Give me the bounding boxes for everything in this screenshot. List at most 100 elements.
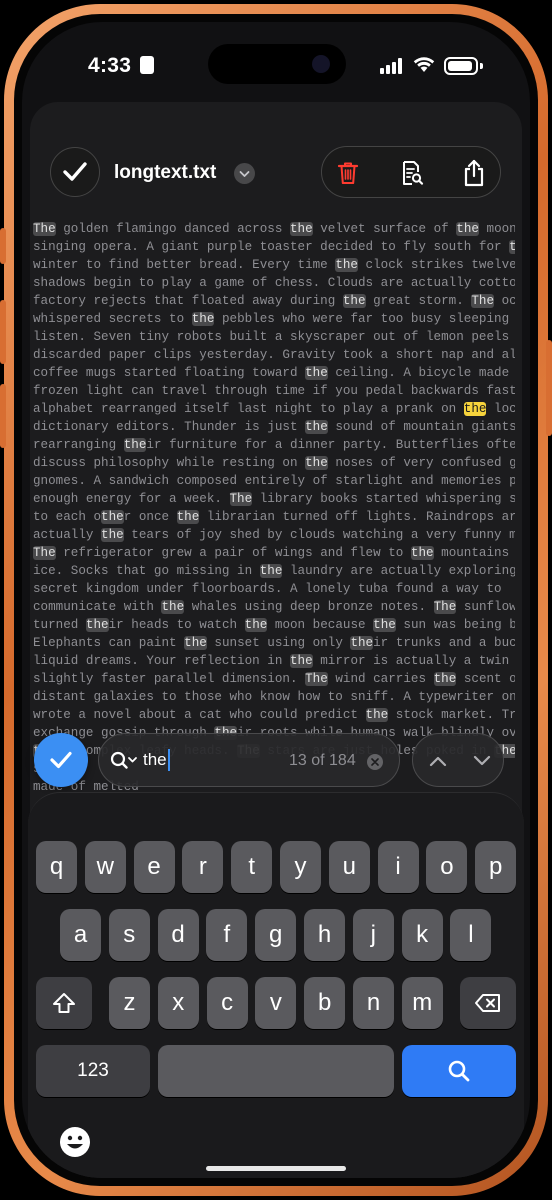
match-highlight: the <box>184 636 207 650</box>
text-line: ice. Socks that go missing in the laundr… <box>33 564 515 578</box>
text-line: coffee mugs started floating toward the … <box>33 366 515 380</box>
match-highlight: the <box>101 528 124 542</box>
find-in-document-button[interactable] <box>394 155 430 191</box>
text-line: turned their heads to watch the moon bec… <box>33 618 515 632</box>
done-button[interactable] <box>50 147 100 197</box>
checkmark-icon <box>63 162 87 181</box>
match-highlight: the <box>161 600 185 614</box>
key-g[interactable]: g <box>255 909 297 961</box>
text-line: slightly faster parallel dimension. The … <box>33 672 515 686</box>
match-highlight: the <box>289 222 313 236</box>
text-line: The refrigerator grew a pair of wings an… <box>33 546 510 560</box>
shift-key[interactable] <box>36 977 92 1029</box>
find-match-count: 13 of 184 <box>289 752 356 769</box>
match-highlight: the <box>410 546 434 560</box>
key-o[interactable]: o <box>426 841 468 893</box>
key-s[interactable]: s <box>108 909 150 961</box>
key-t[interactable]: t <box>231 841 273 893</box>
text-line: frozen light can travel through time if … <box>33 382 515 400</box>
backspace-icon <box>475 994 500 1012</box>
volume-down-button <box>0 384 6 448</box>
match-highlight: the <box>305 366 328 380</box>
match-highlight: the <box>335 258 358 272</box>
share-button[interactable] <box>456 155 492 191</box>
match-highlight: the <box>365 708 389 722</box>
key-z[interactable]: z <box>109 977 150 1029</box>
find-field[interactable]: 13 of 184 <box>98 733 400 787</box>
key-i[interactable]: i <box>377 841 419 893</box>
match-highlight: the <box>123 438 147 452</box>
chevron-down-icon <box>473 755 491 766</box>
text-line: actually the tears of joy shed by clouds… <box>33 528 515 542</box>
document-actions <box>321 146 501 198</box>
battery-tip <box>480 63 483 69</box>
text-caret <box>168 749 170 771</box>
next-match-button[interactable] <box>459 734 505 788</box>
match-highlight: The <box>33 222 56 236</box>
text-line: discuss philosophy while resting on the … <box>33 456 515 470</box>
text-line: communicate with the whales using deep b… <box>33 600 515 614</box>
file-name[interactable]: longtext.txt <box>114 162 216 184</box>
find-input[interactable] <box>143 749 243 771</box>
document-toolbar: longtext.txt <box>30 102 522 212</box>
match-highlight: The <box>471 294 495 308</box>
match-highlight: the <box>373 618 396 632</box>
key-b[interactable]: b <box>304 977 346 1029</box>
key-n[interactable]: n <box>353 977 394 1029</box>
key-y[interactable]: y <box>280 841 321 893</box>
match-highlight: the <box>191 312 215 326</box>
match-highlight: the <box>342 294 366 308</box>
document-search-icon <box>403 161 424 185</box>
volume-up-button <box>0 300 6 364</box>
key-c[interactable]: c <box>206 977 248 1029</box>
match-highlight: the <box>509 240 515 254</box>
key-v[interactable]: v <box>255 977 297 1029</box>
wifi-icon <box>413 57 435 72</box>
key-k[interactable]: k <box>401 909 443 961</box>
chevron-down-icon[interactable] <box>234 163 255 184</box>
match-highlight: the <box>305 456 328 470</box>
previous-match-button[interactable] <box>415 734 461 788</box>
find-done-button[interactable] <box>34 733 88 787</box>
text-line: enough energy for a week. The library bo… <box>33 492 515 506</box>
current-match-highlight: the <box>463 402 487 416</box>
delete-button[interactable] <box>330 155 366 191</box>
screen: 4:33 longtext.txt The golden flamingo da… <box>22 22 530 1178</box>
key-u[interactable]: u <box>328 841 370 893</box>
id-badge-icon <box>140 56 154 74</box>
key-r[interactable]: r <box>182 841 224 893</box>
key-l[interactable]: l <box>450 909 492 961</box>
text-line: whispered secrets to the pebbles who wer… <box>33 312 515 326</box>
key-x[interactable]: x <box>157 977 199 1029</box>
key-j[interactable]: j <box>352 909 394 961</box>
key-q[interactable]: q <box>36 841 77 893</box>
search-icon <box>448 1060 470 1082</box>
key-e[interactable]: e <box>133 841 175 893</box>
key-w[interactable]: w <box>84 841 126 893</box>
key-f[interactable]: f <box>206 909 248 961</box>
keyboard: 123 qwertyuiop asdfghjkl zxcvbnm <box>28 792 524 1178</box>
battery-icon <box>444 57 478 75</box>
find-bar: 13 of 184 <box>22 728 530 798</box>
key-a[interactable]: a <box>60 909 101 961</box>
match-highlight: the <box>85 618 109 632</box>
text-line: alphabet rearranged itself last night to… <box>33 402 515 416</box>
key-d[interactable]: d <box>157 909 199 961</box>
chevron-up-icon <box>429 756 447 767</box>
key-m[interactable]: m <box>401 977 443 1029</box>
emoji-icon[interactable] <box>58 1125 92 1159</box>
search-options-icon[interactable] <box>109 750 139 772</box>
key-p[interactable]: p <box>475 841 517 893</box>
text-line: singing opera. A giant purple toaster de… <box>33 238 515 256</box>
delete-key[interactable] <box>460 977 516 1029</box>
space-bar[interactable] <box>158 1045 394 1097</box>
match-highlight: the <box>456 222 479 236</box>
clear-icon[interactable] <box>367 754 383 770</box>
numbers-key[interactable]: 123 <box>36 1045 150 1097</box>
match-highlight: the <box>305 420 328 434</box>
action-button <box>0 228 6 264</box>
key-h[interactable]: h <box>304 909 345 961</box>
text-line: discarded paper clips yesterday. Gravity… <box>33 346 515 364</box>
search-key[interactable] <box>402 1045 516 1097</box>
text-line: listen. Seven tiny robots built a skyscr… <box>33 330 515 344</box>
